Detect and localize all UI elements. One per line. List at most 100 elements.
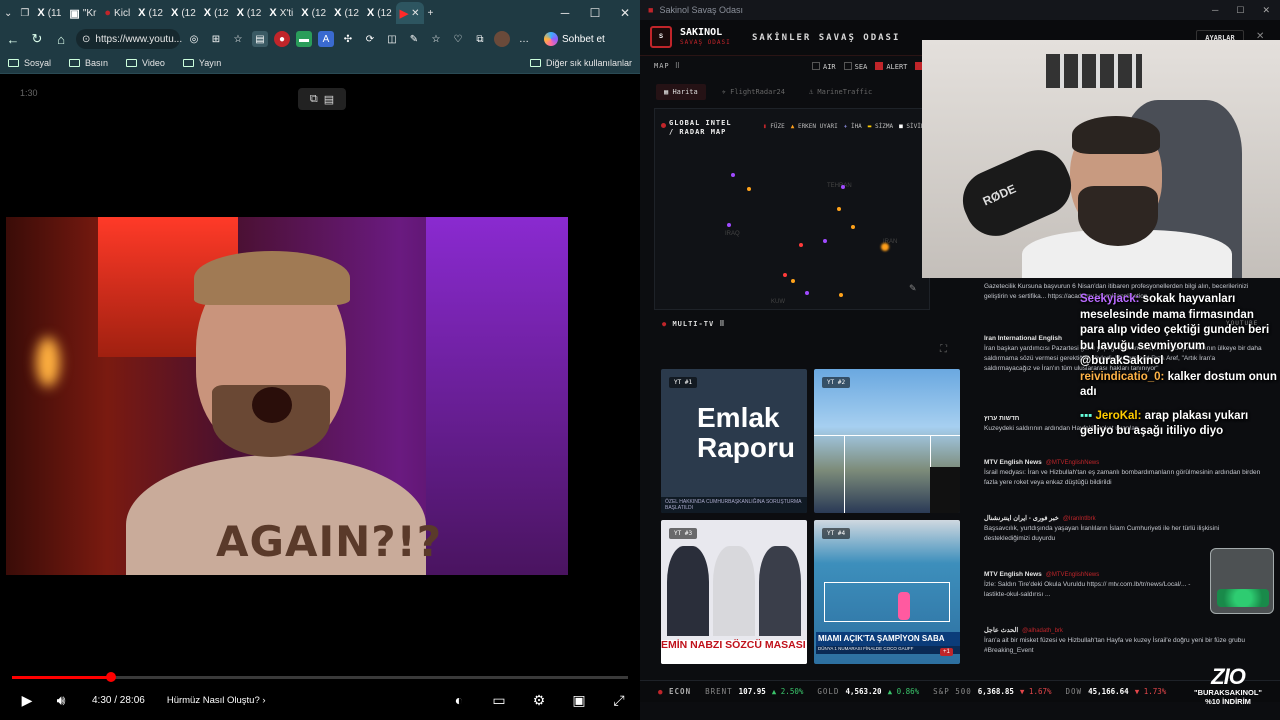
map-marker[interactable] (799, 243, 803, 247)
browser-tab[interactable]: X (12 (363, 2, 396, 24)
app-icon[interactable]: ⊞ (208, 31, 224, 47)
tile-title: Emlak Raporu (697, 402, 795, 463)
favorite-folder[interactable]: Yayın (182, 58, 221, 68)
translate-icon[interactable]: A (318, 31, 334, 47)
extension-icon[interactable]: ● (274, 31, 290, 47)
tab-flightradar[interactable]: ✈ FlightRadar24 (714, 84, 793, 100)
close-button[interactable]: ✕ (1262, 5, 1270, 16)
map-marker[interactable] (837, 207, 841, 211)
favorite-folder[interactable]: Video (126, 58, 165, 68)
map-marker[interactable] (851, 225, 855, 229)
new-tab-button[interactable]: + (424, 2, 438, 24)
news-item[interactable]: الحدث عاجل @alhadath_brk İran'a ait bir m… (984, 626, 1264, 656)
favorite-folder[interactable]: Basın (69, 58, 108, 68)
map-marker[interactable] (839, 293, 843, 297)
volume-icon[interactable]: 🔊︎ (44, 692, 78, 709)
split-view-icon[interactable]: ◫ (384, 31, 400, 47)
maximize-button[interactable]: ☐ (1236, 5, 1244, 16)
tv-tile-3[interactable]: YT #3 EMİN NABZI SÖZCÜ MASASI (661, 520, 807, 664)
autoplay-toggle[interactable]: ◐ (442, 692, 476, 708)
map-marker[interactable] (805, 291, 809, 295)
browser-tab[interactable]: X (12 (167, 2, 200, 24)
progress-bar[interactable] (12, 672, 628, 682)
notes-icon[interactable]: ▤ (324, 93, 334, 106)
tv-tile-4[interactable]: YT #4 MIAMI AÇIK'TA ŞAMPİYON SABA DÜNYA … (814, 520, 960, 664)
refresh-icon[interactable]: ↻ (28, 31, 46, 47)
checkbox[interactable] (875, 62, 884, 70)
other-favorites[interactable]: Diğer sık kullanılanlar (529, 58, 632, 68)
maximize-button[interactable]: ☐ (580, 6, 610, 20)
browser-tab[interactable]: ▣ "Kr (65, 2, 100, 24)
news-item[interactable]: MTV English News @MTVEnglishNews İsrail m… (984, 458, 1264, 488)
checkbox[interactable] (843, 62, 852, 70)
layer-toggle-air[interactable]: AIR (812, 62, 836, 71)
browser-tab[interactable]: X (11 (33, 2, 65, 24)
copilot-button[interactable]: Sohbet et (538, 30, 611, 48)
collections-icon[interactable]: ♡ (450, 31, 466, 47)
map-marker[interactable] (747, 187, 751, 191)
extension-icon[interactable]: ▬ (296, 31, 312, 47)
play-icon[interactable]: ▶ (10, 692, 44, 709)
browser-tab[interactable]: X (12 (233, 2, 266, 24)
minimize-button[interactable]: ─ (550, 6, 580, 20)
browser-tab-active[interactable]: ▶ ✕ (395, 2, 424, 24)
map-marker[interactable] (791, 279, 795, 283)
fullscreen-icon[interactable]: ⤢ (602, 692, 636, 709)
favorites-bar: Sosyal Basın Video Yayın Diğer sık kulla… (0, 52, 640, 74)
video-player[interactable]: 1:30 ⧉ ▤ AGAIN?!? ▶ 🔊︎ 4:30 / 28:06 Hürm… (4, 76, 636, 716)
expand-icon[interactable]: ⛶ (940, 344, 947, 355)
tab-harita[interactable]: ▦ Harita (656, 84, 706, 100)
map-marker[interactable] (841, 185, 845, 189)
star-icon[interactable]: ☆ (230, 31, 246, 47)
map-menu-icon[interactable]: ⠿ (675, 62, 681, 70)
extension-icon[interactable]: ▤ (252, 31, 268, 47)
chapter-title[interactable]: Hürmüz Nasıl Oluştu? › (167, 695, 266, 706)
map-marker[interactable] (881, 243, 889, 251)
layer-toggle-alert[interactable]: ALERT (875, 62, 907, 71)
tab-marinetraffic[interactable]: ⚓ MarineTraffic (801, 84, 880, 100)
extensions-icon[interactable]: ✎ (406, 31, 422, 47)
video-frame[interactable]: AGAIN?!? (6, 217, 568, 575)
subtitles-icon[interactable]: ▭ (482, 692, 516, 709)
map-marker[interactable] (783, 273, 787, 277)
tv-tile-2[interactable]: YT #2 (814, 369, 960, 513)
browser-tab[interactable]: X (12 (134, 2, 167, 24)
browser-tab[interactable]: X X'ti (265, 2, 297, 24)
settings-icon[interactable]: ⚙ (522, 692, 556, 709)
screenshot-icon[interactable]: ⧉ (472, 31, 488, 47)
layer-toggle-sea[interactable]: SEA (843, 62, 867, 71)
tv-tile-1[interactable]: YT #1 Emlak Raporu ÖZEL HAKKINDA CUMHURB… (661, 369, 807, 513)
tab-list-button[interactable]: ⌄ (0, 2, 16, 24)
favorites-icon[interactable]: ☆ (428, 31, 444, 47)
avatar[interactable] (494, 31, 510, 47)
checkbox[interactable] (812, 62, 820, 70)
favorite-folder[interactable]: Sosyal (8, 58, 51, 68)
browser-tab[interactable]: X (12 (330, 2, 363, 24)
minimize-button[interactable]: ─ (1212, 5, 1218, 16)
pencil-icon[interactable]: ✎ (909, 283, 917, 294)
back-icon[interactable]: ← (4, 32, 22, 47)
theater-mode-icon[interactable]: ▣ (562, 692, 596, 709)
map-marker[interactable] (727, 223, 731, 227)
browser-tab[interactable]: ● Kicl (100, 2, 134, 24)
more-icon[interactable]: … (516, 31, 532, 47)
browser-tab[interactable]: X (12 (297, 2, 330, 24)
map-marker[interactable] (823, 239, 827, 243)
radar-map[interactable]: GLOBAL INTEL / RADAR MAP ▮ FÜZE ▲ ERKEN U… (654, 108, 930, 310)
menu-icon[interactable]: ⠿ (719, 320, 725, 328)
home-icon[interactable]: ⌂ (52, 32, 70, 47)
map-marker[interactable] (731, 173, 735, 177)
workspaces-button[interactable]: ❐ (16, 2, 33, 24)
scrubber-handle[interactable] (105, 672, 116, 682)
news-item[interactable]: خبر فوری - ایران اینترنشنال @IranIntlbrk … (984, 514, 1264, 544)
close-button[interactable]: ✕ (610, 6, 640, 20)
browser-tab[interactable]: X (12 (200, 2, 233, 24)
url-field[interactable]: ⊙ https://www.youtu... (76, 29, 182, 49)
extension-icon[interactable]: ◎ (186, 31, 202, 47)
picture-in-picture-icon[interactable]: ⧉ (310, 93, 318, 106)
grid-divider (844, 435, 845, 513)
tab-close-icon[interactable]: ✕ (411, 8, 419, 19)
site-info-icon[interactable]: ⊙ (82, 34, 90, 45)
extension-icon[interactable]: ✣ (340, 31, 356, 47)
refresh-ext-icon[interactable]: ⟳ (362, 31, 378, 47)
